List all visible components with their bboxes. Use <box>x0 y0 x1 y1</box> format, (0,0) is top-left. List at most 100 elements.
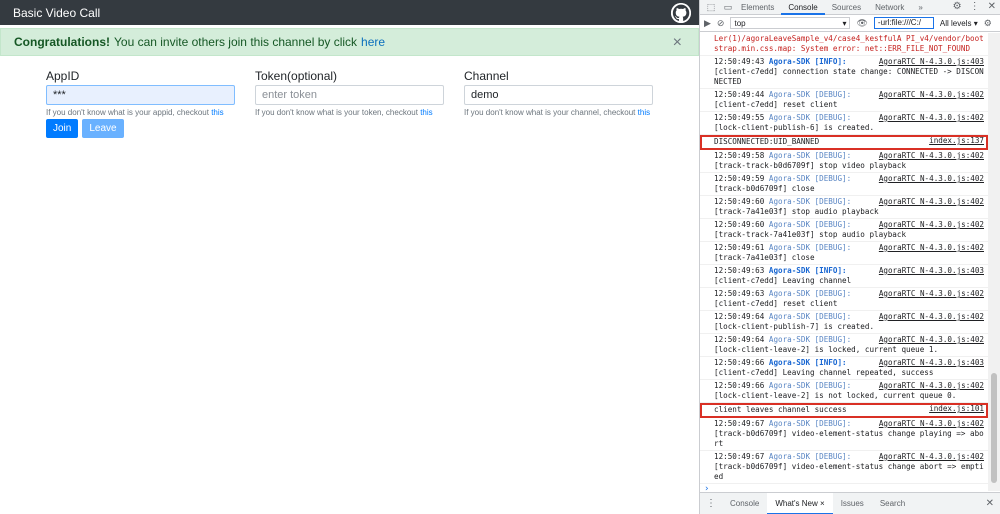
devtools-panel: ⬚ ▭ Elements Console Sources Network » ⚙… <box>699 0 1000 514</box>
source-link[interactable]: AgoraRTC_N-4.3.0.js:402 <box>879 90 984 100</box>
source-link[interactable]: AgoraRTC_N-4.3.0.js:402 <box>879 174 984 184</box>
channel-help-text: If you don't know what is your channel, … <box>464 108 636 117</box>
channel-help-link[interactable]: this <box>638 108 650 117</box>
log-timestamp: 12:50:49:61 <box>714 243 765 252</box>
eye-icon[interactable]: 👁 <box>856 18 867 29</box>
source-link[interactable]: AgoraRTC_N-4.3.0.js:402 <box>879 419 984 429</box>
drawer-tab-whats-new[interactable]: What's New × <box>767 492 833 514</box>
kebab-menu-icon[interactable]: ⋮ <box>970 1 980 12</box>
join-form: AppID If you don't know what is your app… <box>46 70 653 117</box>
log-body: [client-c7edd] Leaving channel <box>714 276 852 285</box>
highlighted-log-row: DISCONNECTED:UID_BANNED index.js:137 <box>700 135 988 150</box>
close-drawer-icon[interactable]: ✕ <box>986 498 994 509</box>
log-row: 12:50:49:63 Agora-SDK [DEBUG]: AgoraRTC_N… <box>700 288 988 311</box>
tab-network[interactable]: Network <box>868 0 911 15</box>
console-output[interactable]: Ler(1)/agoraLeaveSample_v4/case4_kestful… <box>700 33 988 491</box>
log-tag: Agora-SDK [DEBUG]: <box>768 197 852 206</box>
leave-button[interactable]: Leave <box>82 119 124 138</box>
source-link[interactable]: AgoraRTC_N-4.3.0.js:402 <box>879 113 984 123</box>
drawer-tab-issues[interactable]: Issues <box>833 493 872 514</box>
error-text: Ler(1)/agoraLeaveSample_v4/case4_kestful… <box>714 34 984 53</box>
log-body: [track-b0d6709f] close <box>714 184 815 193</box>
navbar: Basic Video Call <box>0 0 699 25</box>
log-timestamp: 12:50:49:63 <box>714 289 765 298</box>
log-levels-select[interactable]: All levels ▾ <box>940 19 978 28</box>
log-row: 12:50:49:66 Agora-SDK [INFO]: AgoraRTC_N-… <box>700 357 988 380</box>
log-timestamp: 12:50:49:59 <box>714 174 765 183</box>
context-select[interactable]: top ▾ <box>730 17 851 29</box>
source-link[interactable]: AgoraRTC_N-4.3.0.js:402 <box>879 197 984 207</box>
source-link[interactable]: AgoraRTC_N-4.3.0.js:402 <box>879 289 984 299</box>
source-link[interactable]: AgoraRTC_N-4.3.0.js:402 <box>879 312 984 322</box>
drawer-tab-console[interactable]: Console <box>722 493 767 514</box>
log-body: [client-c7edd] reset client <box>714 299 838 308</box>
action-buttons: Join Leave <box>46 119 124 138</box>
context-value: top <box>734 18 746 28</box>
log-row: 12:50:49:60 Agora-SDK [DEBUG]: AgoraRTC_N… <box>700 196 988 219</box>
console-settings-icon[interactable]: ⚙ <box>984 18 992 29</box>
source-link[interactable]: AgoraRTC_N-4.3.0.js:402 <box>879 243 984 253</box>
tab-sources[interactable]: Sources <box>825 0 868 15</box>
log-tag: Agora-SDK [DEBUG]: <box>768 289 852 298</box>
log-timestamp: 12:50:49:60 <box>714 197 765 206</box>
tab-console[interactable]: Console <box>781 0 825 15</box>
source-link[interactable]: AgoraRTC_N-4.3.0.js:402 <box>879 220 984 230</box>
log-timestamp: 12:50:49:63 <box>714 266 765 275</box>
source-link[interactable]: index.js:137 <box>929 136 984 146</box>
github-icon[interactable] <box>671 2 691 23</box>
invite-link[interactable]: here <box>361 35 385 49</box>
filter-input[interactable]: -url:file:///C:/ <box>873 17 934 29</box>
log-timestamp: 12:50:49:55 <box>714 113 765 122</box>
close-devtools-icon[interactable]: ✕ <box>988 1 996 12</box>
console-prompt[interactable]: › <box>700 484 988 491</box>
log-tag: Agora-SDK [DEBUG]: <box>768 312 852 321</box>
drawer-menu-icon[interactable]: ⋮ <box>706 498 716 509</box>
appid-group: AppID If you don't know what is your app… <box>46 70 235 117</box>
log-row: 12:50:49:61 Agora-SDK [DEBUG]: AgoraRTC_N… <box>700 242 988 265</box>
source-link[interactable]: AgoraRTC_N-4.3.0.js:403 <box>879 266 984 276</box>
token-help-link[interactable]: this <box>420 108 432 117</box>
source-link[interactable]: AgoraRTC_N-4.3.0.js:403 <box>879 358 984 368</box>
gear-icon[interactable]: ⚙ <box>953 1 962 12</box>
log-tag: Agora-SDK [INFO]: <box>768 358 847 367</box>
source-link[interactable]: AgoraRTC_N-4.3.0.js:402 <box>879 452 984 462</box>
join-button[interactable]: Join <box>46 119 79 138</box>
log-body: [track-7a41e03f] stop audio playback <box>714 207 879 216</box>
channel-input[interactable] <box>464 85 653 105</box>
more-tabs-icon[interactable]: » <box>911 0 929 15</box>
log-row: 12:50:49:66 Agora-SDK [DEBUG]: AgoraRTC_N… <box>700 380 988 403</box>
log-row: 12:50:49:58 Agora-SDK [DEBUG]: AgoraRTC_N… <box>700 150 988 173</box>
alert-text: You can invite others join this channel … <box>114 35 358 49</box>
log-body: [track-track-b0d6709f] stop video playba… <box>714 161 907 170</box>
appid-help: If you don't know what is your appid, ch… <box>46 108 235 117</box>
close-icon[interactable]: × <box>673 34 682 52</box>
sidebar-toggle-icon[interactable]: ▶ <box>704 18 711 29</box>
success-alert: Congratulations! You can invite others j… <box>0 28 699 56</box>
drawer-tab-search[interactable]: Search <box>872 493 913 514</box>
scrollbar-thumb[interactable] <box>991 373 997 483</box>
log-body: [lock-client-leave-2] is locked, current… <box>714 345 939 354</box>
log-body: [track-b0d6709f] video-element-status ch… <box>714 462 984 481</box>
log-tag: Agora-SDK [DEBUG]: <box>768 151 852 160</box>
source-link[interactable]: index.js:101 <box>929 404 984 414</box>
log-tag: Agora-SDK [DEBUG]: <box>768 90 852 99</box>
source-link[interactable]: AgoraRTC_N-4.3.0.js:402 <box>879 335 984 345</box>
log-timestamp: 12:50:49:66 <box>714 381 765 390</box>
log-timestamp: 12:50:49:58 <box>714 151 765 160</box>
log-timestamp: 12:50:49:64 <box>714 312 765 321</box>
inspect-icon[interactable]: ⬚ <box>705 1 717 13</box>
channel-group: Channel If you don't know what is your c… <box>464 70 653 117</box>
source-link[interactable]: AgoraRTC_N-4.3.0.js:403 <box>879 57 984 67</box>
source-link[interactable]: AgoraRTC_N-4.3.0.js:402 <box>879 381 984 391</box>
token-input[interactable] <box>255 85 444 105</box>
highlighted-log-row: client leaves channel success index.js:10… <box>700 403 988 418</box>
alert-strong: Congratulations! <box>14 35 110 49</box>
console-scrollbar[interactable] <box>988 33 1000 491</box>
appid-help-link[interactable]: this <box>211 108 223 117</box>
device-toolbar-icon[interactable]: ▭ <box>722 1 734 13</box>
clear-console-icon[interactable]: ⊘ <box>717 18 725 29</box>
source-link[interactable]: AgoraRTC_N-4.3.0.js:402 <box>879 151 984 161</box>
tab-elements[interactable]: Elements <box>734 0 781 15</box>
log-tag: Agora-SDK [DEBUG]: <box>768 419 852 428</box>
appid-input[interactable] <box>46 85 235 105</box>
